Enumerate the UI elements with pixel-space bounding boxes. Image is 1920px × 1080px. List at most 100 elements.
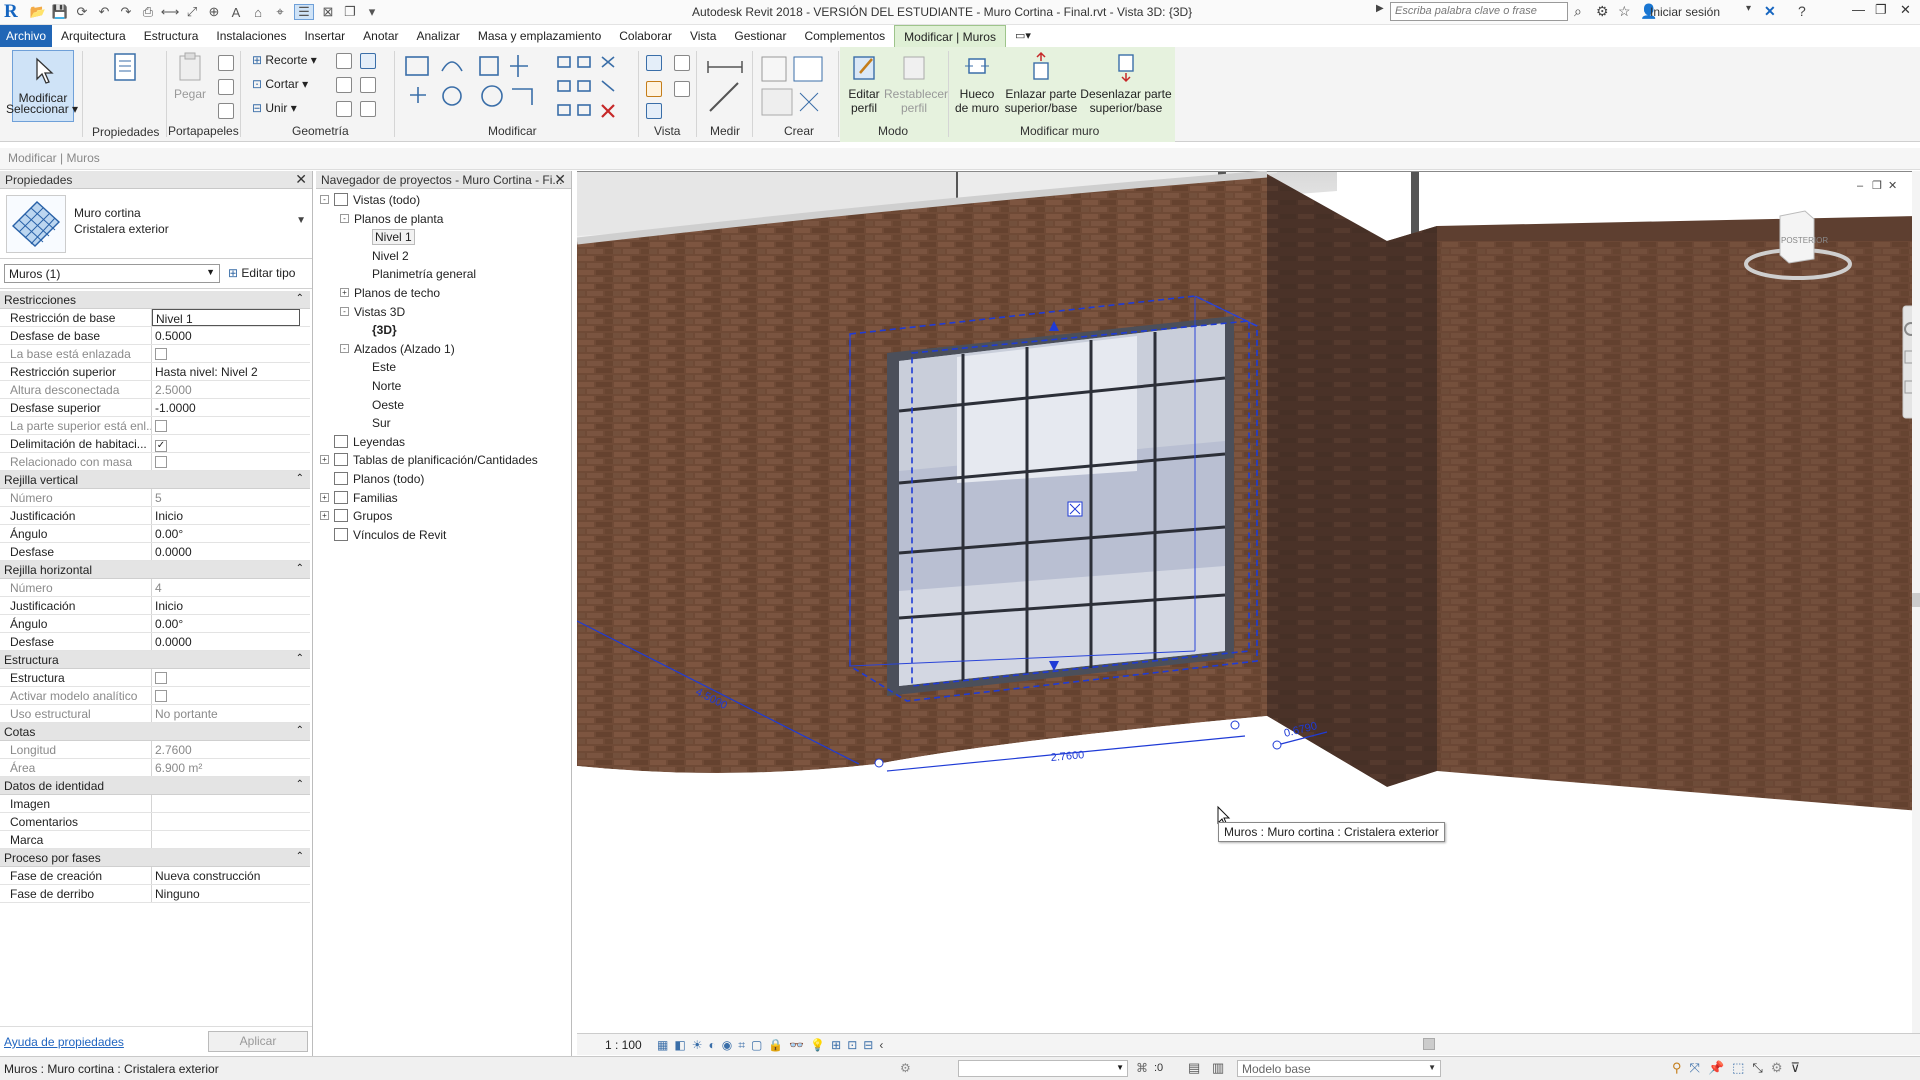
thin-lines-icon[interactable]: ☰ — [294, 4, 314, 20]
minimize-icon[interactable]: — — [1852, 2, 1865, 17]
expand-icon[interactable]: + — [320, 511, 329, 521]
help-icon[interactable]: ? — [1798, 3, 1806, 19]
subscription-icon[interactable]: ⚙ — [1596, 3, 1609, 20]
override-icon[interactable] — [674, 55, 690, 71]
signin-button[interactable]: Iniciar sesión — [1650, 5, 1720, 19]
property-category[interactable]: Rejilla vertical ⌃ — [0, 471, 310, 489]
collapse-icon[interactable]: - — [320, 195, 329, 204]
wall-opening-button[interactable]: Hueco de muro — [952, 51, 1002, 115]
tab-estructura[interactable]: Estructura — [135, 25, 208, 47]
property-value[interactable]: 0.5000 — [152, 327, 310, 344]
show-crop-icon[interactable]: ▢ — [751, 1038, 762, 1053]
property-category[interactable]: Rejilla horizontal ⌃ — [0, 561, 310, 579]
property-value[interactable]: -1.0000 — [152, 399, 310, 416]
star-icon[interactable]: ☆ — [1618, 3, 1631, 20]
revit-logo-icon[interactable]: R — [4, 2, 22, 22]
drag-on-selection-icon[interactable]: ⤡ — [1752, 1060, 1762, 1076]
browser-item[interactable]: Vistas (todo) — [334, 191, 420, 209]
measure-icon[interactable] — [704, 55, 746, 117]
text-icon[interactable]: A — [228, 4, 244, 20]
chevron-left-icon[interactable]: ‹ — [879, 1038, 883, 1053]
scale-selector[interactable]: 1 : 100 — [605, 1038, 642, 1052]
reveal-hidden-icon[interactable]: 💡 — [810, 1038, 825, 1053]
chevron-right-icon[interactable]: ▶ — [1376, 3, 1384, 14]
property-category[interactable]: Restricciones ⌃ — [0, 291, 310, 309]
shadows-icon[interactable]: ◐ — [708, 1038, 715, 1053]
browser-item[interactable]: Sur — [372, 414, 391, 432]
3d-viewport[interactable]: 4.5000 2.7600 0.6790 POSTERIOR ‒ ❐ ✕ Mur… — [577, 171, 1920, 1033]
aligned-dimension-icon[interactable]: ⤢ — [184, 4, 200, 20]
browser-item[interactable]: Tablas de planificación/Cantidades — [334, 451, 538, 469]
hide-icon[interactable] — [646, 55, 662, 71]
model-canvas[interactable]: 4.5000 2.7600 0.6790 POSTERIOR ‒ ❐ ✕ — [577, 171, 1920, 1033]
browser-item[interactable]: Planos (todo) — [334, 470, 424, 488]
browser-item[interactable]: Alzados (Alzado 1) — [354, 340, 455, 358]
render-icon[interactable]: ◉ — [722, 1038, 732, 1053]
worksharing-icon[interactable]: ⊡ — [847, 1038, 857, 1053]
print-icon[interactable]: ⎙ — [140, 4, 156, 20]
temp-view-props-icon[interactable]: ⊞ — [831, 1038, 841, 1053]
property-value[interactable]: ✓ — [152, 435, 310, 452]
sun-path-icon[interactable]: ☀ — [692, 1038, 703, 1053]
view-close-icon[interactable]: ✕ — [1888, 180, 1897, 192]
detach-top-base-button[interactable]: Desenlazar parte superior/base — [1080, 51, 1172, 115]
viewcube-face-label[interactable]: POSTERIOR — [1781, 236, 1828, 245]
design-option-select[interactable]: Modelo base ▼ — [1237, 1060, 1441, 1077]
browser-item[interactable]: Nivel 1 — [372, 228, 415, 246]
browser-item[interactable]: Grupos — [334, 507, 392, 525]
edit-profile-button[interactable]: Editar perfil — [842, 51, 886, 115]
redo-icon[interactable]: ↷ — [118, 4, 134, 20]
cut-icon[interactable] — [218, 55, 234, 71]
split-face-icon[interactable] — [336, 53, 352, 69]
property-value[interactable] — [152, 669, 310, 686]
property-value[interactable]: Hasta nivel: Nivel 2 — [152, 363, 310, 380]
property-value[interactable]: Inicio — [152, 507, 310, 524]
join-button[interactable]: ⊟ Unir ▾ — [252, 101, 297, 115]
collapse-icon[interactable]: ⌃ — [296, 851, 304, 862]
property-value[interactable] — [152, 795, 310, 812]
copy-icon[interactable] — [218, 79, 234, 95]
close-hidden-icon[interactable]: ⊠ — [320, 4, 336, 20]
property-value[interactable]: 0.0000 — [152, 633, 310, 650]
property-category[interactable]: Proceso por fases ⌃ — [0, 849, 310, 867]
property-value[interactable]: Nivel 1 — [152, 309, 300, 326]
close-icon[interactable]: ✕ — [295, 171, 307, 188]
tab-arquitectura[interactable]: Arquitectura — [52, 25, 135, 47]
tab-vista[interactable]: Vista — [681, 25, 725, 47]
paint-icon[interactable] — [360, 53, 376, 69]
property-value[interactable]: 0.00° — [152, 525, 310, 542]
browser-item[interactable]: Planos de techo — [354, 284, 440, 302]
property-category[interactable]: Datos de identidad ⌃ — [0, 777, 310, 795]
select-pinned-icon[interactable]: 📌 — [1708, 1060, 1724, 1076]
tab-insertar[interactable]: Insertar — [295, 25, 354, 47]
design-options-icon[interactable]: ▥ — [1212, 1060, 1224, 1076]
chevron-down-icon[interactable]: ▾ — [1746, 3, 1751, 14]
customize-icon[interactable]: ▾ — [364, 4, 380, 20]
attach-top-base-button[interactable]: Enlazar parte superior/base — [1002, 51, 1080, 115]
browser-item[interactable]: Familias — [334, 489, 398, 507]
properties-help-link[interactable]: Ayuda de propiedades — [4, 1035, 124, 1049]
property-checkbox[interactable] — [155, 672, 167, 684]
cut-geometry-button[interactable]: ⊡ Cortar ▾ — [252, 77, 308, 91]
browser-item[interactable]: Vistas 3D — [354, 303, 405, 321]
property-value[interactable] — [152, 831, 310, 848]
match-type-icon[interactable] — [218, 103, 234, 119]
collapse-icon[interactable]: ⌃ — [296, 563, 304, 574]
tab-masa[interactable]: Masa y emplazamiento — [469, 25, 610, 47]
browser-item[interactable]: Oeste — [372, 396, 404, 414]
split-element-icon[interactable] — [336, 101, 352, 117]
tab-complementos[interactable]: Complementos — [795, 25, 894, 47]
filter-count-icon[interactable]: ⊽ — [1790, 1060, 1800, 1076]
create-icons[interactable] — [758, 53, 828, 119]
expand-icon[interactable]: + — [320, 492, 329, 502]
tab-colaborar[interactable]: Colaborar — [610, 25, 681, 47]
property-value[interactable] — [152, 813, 310, 830]
modify-tools-icons[interactable] — [402, 51, 634, 123]
detail-level-icon[interactable]: ▦ — [657, 1038, 668, 1053]
section-icon[interactable]: ⌖ — [272, 4, 288, 20]
background-process-icon[interactable]: ⚙ — [1771, 1060, 1783, 1076]
select-underlay-icon[interactable]: ⤧ — [1690, 1060, 1700, 1076]
collapse-icon[interactable]: - — [340, 343, 349, 353]
temp-hide-icon[interactable]: 👓 — [789, 1038, 804, 1053]
sync-icon[interactable]: ⟳ — [74, 4, 90, 20]
